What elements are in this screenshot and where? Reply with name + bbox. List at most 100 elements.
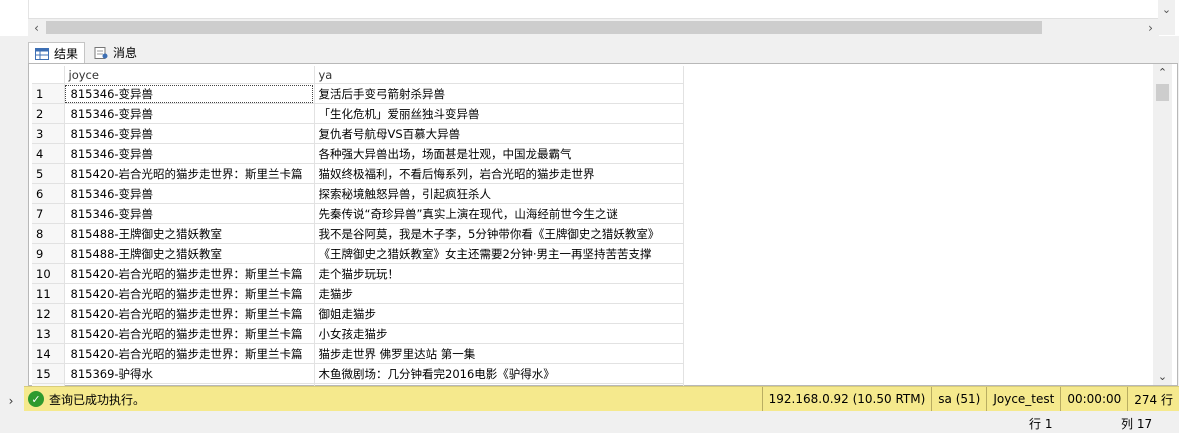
row-number-cell[interactable]: 15 [32,363,65,384]
ya-cell[interactable]: 御姐走猫步 [314,303,684,324]
row-number-cell[interactable]: 6 [32,183,65,204]
table-row[interactable]: 5 815420-岩合光昭的猫步走世界：斯里兰卡篇 猫奴终极福利，不看后悔系列，岩合… [32,163,684,184]
joyce-cell[interactable]: 815346-变异兽 [64,183,315,204]
ya-cell[interactable]: 我不是谷阿莫，我是木子李，5分钟带你看《王牌御史之猎妖教室》 [314,223,684,244]
table-row[interactable]: 8 815488-王牌御史之猎妖教室 我不是谷阿莫，我是木子李，5分钟带你看《王牌御… [32,223,684,244]
editor-margin [0,0,29,36]
row-number-cell[interactable]: 4 [32,143,65,164]
ya-cell[interactable]: 《王牌御史之猎妖教室》女主还需要2分钟·男主一再坚持苦苦支撑 [314,243,684,264]
joyce-cell[interactable]: 815488-王牌御史之猎妖教室 [64,243,315,264]
chevron-down-icon: ⌄ [1161,2,1172,16]
tab-messages-label: 消息 [113,46,138,60]
table-row[interactable]: 10 815420-岩合光昭的猫步走世界：斯里兰卡篇 走个猫步玩玩！ [32,263,684,284]
tab-messages[interactable]: 消息 [88,42,143,63]
row-number-cell[interactable]: 12 [32,303,65,324]
row-number-cell[interactable]: 13 [32,323,65,344]
joyce-cell[interactable]: 815346-变异兽 [64,83,315,104]
status-user: sa (51) [931,387,986,411]
tab-results-label: 结果 [54,47,79,61]
panel-expand-toggle[interactable]: › [0,392,22,410]
joyce-cell[interactable]: 815346-变异兽 [64,123,315,144]
joyce-cell[interactable]: 815420-岩合光昭的猫步走世界：斯里兰卡篇 [64,323,315,344]
column-header-joyce[interactable]: joyce [64,66,315,84]
table-row[interactable]: 14 815420-岩合光昭的猫步走世界：斯里兰卡篇 猫步走世界 佛罗里达站 第一集 [32,343,684,364]
row-number-cell[interactable]: 14 [32,343,65,364]
row-number-cell[interactable]: 9 [32,243,65,264]
column-indicator: 列 17 [1121,417,1153,431]
table-row[interactable]: 2 815346-变异兽 「生化危机」爱丽丝独斗变异兽 [32,103,684,124]
joyce-cell[interactable]: 815420-岩合光昭的猫步走世界：斯里兰卡篇 [64,303,315,324]
grid-body: 1 815346-变异兽 复活后手变弓箭射杀异兽 2 815346-变异兽 「生化危机」爱… [32,83,684,404]
ya-cell[interactable]: 先秦传说“奇珍异兽”真实上演在现代，山海经前世今生之谜 [314,203,684,224]
scroll-thumb[interactable] [46,21,1042,34]
grid-header-row: joyce ya [32,66,684,84]
row-number-cell[interactable]: 5 [32,163,65,184]
chevron-up-icon: ⌃ [1157,66,1168,79]
ya-cell[interactable]: 探索秘境触怒异兽，引起疯狂杀人 [314,183,684,204]
row-number-cell[interactable]: 2 [32,103,65,124]
column-header-ya[interactable]: ya [314,66,684,84]
table-row[interactable]: 6 815346-变异兽 探索秘境触怒异兽，引起疯狂杀人 [32,183,684,204]
table-row[interactable]: 15 815369-驴得水 木鱼微剧场：几分钟看完2016电影《驴得水》 [32,363,684,384]
table-row[interactable]: 4 815346-变异兽 各种强大异兽出场，场面甚是壮观，中国龙最霸气 [32,143,684,164]
ya-cell[interactable]: 走猫步 [314,283,684,304]
joyce-cell[interactable]: 815420-岩合光昭的猫步走世界：斯里兰卡篇 [64,263,315,284]
tab-results[interactable]: 结果 [28,42,86,64]
ya-cell[interactable]: 木鱼微剧场：几分钟看完2016电影《驴得水》 [314,363,684,384]
ya-cell[interactable]: 猫奴终极福利，不看后悔系列，岩合光昭的猫步走世界 [314,163,684,184]
chevron-right-icon: › [1148,20,1153,35]
status-cells: 192.168.0.92 (10.50 RTM) sa (51) Joyce_t… [761,387,1179,411]
scroll-corner [1158,18,1175,35]
editor-position-bar: 行 1 列 17 [0,411,1179,433]
grid-scroll-down-arrow[interactable]: ⌄ [1153,368,1172,385]
editor-horizontal-scrollbar[interactable]: ‹ › [28,18,1159,36]
chevron-right-icon: › [8,394,14,408]
table-row[interactable]: 3 815346-变异兽 复仇者号航母VS百慕大异兽 [32,123,684,144]
table-row[interactable]: 11 815420-岩合光昭的猫步走世界：斯里兰卡篇 走猫步 [32,283,684,304]
table-row[interactable]: 13 815420-岩合光昭的猫步走世界：斯里兰卡篇 小女孩走猫步 [32,323,684,344]
ya-cell[interactable]: 「生化危机」爱丽丝独斗变异兽 [314,103,684,124]
row-number-cell[interactable]: 11 [32,283,65,304]
joyce-cell[interactable]: 815369-驴得水 [64,363,315,384]
row-number-cell[interactable]: 1 [32,83,65,104]
row-number-cell[interactable]: 3 [32,123,65,144]
scroll-left-arrow[interactable]: ‹ [28,19,45,36]
ya-cell[interactable]: 小女孩走猫步 [314,323,684,344]
grid-vertical-scrollbar[interactable]: ⌃ ⌄ [1153,64,1172,385]
joyce-cell[interactable]: 815420-岩合光昭的猫步走世界：斯里兰卡篇 [64,283,315,304]
row-number-cell[interactable]: 7 [32,203,65,224]
status-message: ✓ 查询已成功执行。 [28,388,145,410]
chevron-left-icon: ‹ [34,20,39,35]
ya-cell[interactable]: 复仇者号航母VS百慕大异兽 [314,123,684,144]
grid-scroll-thumb[interactable] [1156,84,1169,101]
chevron-down-icon: ⌄ [1157,370,1168,383]
row-number-header[interactable] [32,66,65,84]
ya-cell[interactable]: 走个猫步玩玩！ [314,263,684,284]
scroll-right-arrow[interactable]: › [1142,19,1159,36]
joyce-cell[interactable]: 815346-变异兽 [64,103,315,124]
joyce-cell[interactable]: 815346-变异兽 [64,203,315,224]
joyce-cell[interactable]: 815420-岩合光昭的猫步走世界：斯里兰卡篇 [64,163,315,184]
ya-cell[interactable]: 各种强大异兽出场，场面甚是壮观，中国龙最霸气 [314,143,684,164]
joyce-cell[interactable]: 815346-变异兽 [64,143,315,164]
row-number-cell[interactable]: 10 [32,263,65,284]
check-circle-icon: ✓ [28,391,44,407]
grid-scroll-up-arrow[interactable]: ⌃ [1153,64,1172,81]
status-row-count: 274 行 [1127,387,1179,411]
joyce-cell[interactable]: 815420-岩合光昭的猫步走世界：斯里兰卡篇 [64,343,315,364]
table-row[interactable]: 9 815488-王牌御史之猎妖教室 《王牌御史之猎妖教室》女主还需要2分钟·男主一… [32,243,684,264]
results-table: joyce ya 1 815346-变异兽 复活后手变弓箭射杀异兽 2 815346-变… [32,66,684,404]
status-database: Joyce_test [986,387,1060,411]
joyce-cell[interactable]: 815488-王牌御史之猎妖教室 [64,223,315,244]
row-number-cell[interactable]: 8 [32,223,65,244]
ya-cell[interactable]: 复活后手变弓箭射杀异兽 [314,83,684,104]
message-icon [94,46,108,59]
ya-cell[interactable]: 猫步走世界 佛罗里达站 第一集 [314,343,684,364]
results-grid[interactable]: joyce ya 1 815346-变异兽 复活后手变弓箭射杀异兽 2 815346-变… [28,63,1178,404]
table-row[interactable]: 12 815420-岩合光昭的猫步走世界：斯里兰卡篇 御姐走猫步 [32,303,684,324]
line-indicator: 行 1 [1029,417,1053,431]
grid-icon [35,47,49,60]
table-row[interactable]: 1 815346-变异兽 复活后手变弓箭射杀异兽 [32,83,684,104]
editor-scroll-down-arrow[interactable]: ⌄ [1158,0,1175,18]
table-row[interactable]: 7 815346-变异兽 先秦传说“奇珍异兽”真实上演在现代，山海经前世今生之谜 [32,203,684,224]
